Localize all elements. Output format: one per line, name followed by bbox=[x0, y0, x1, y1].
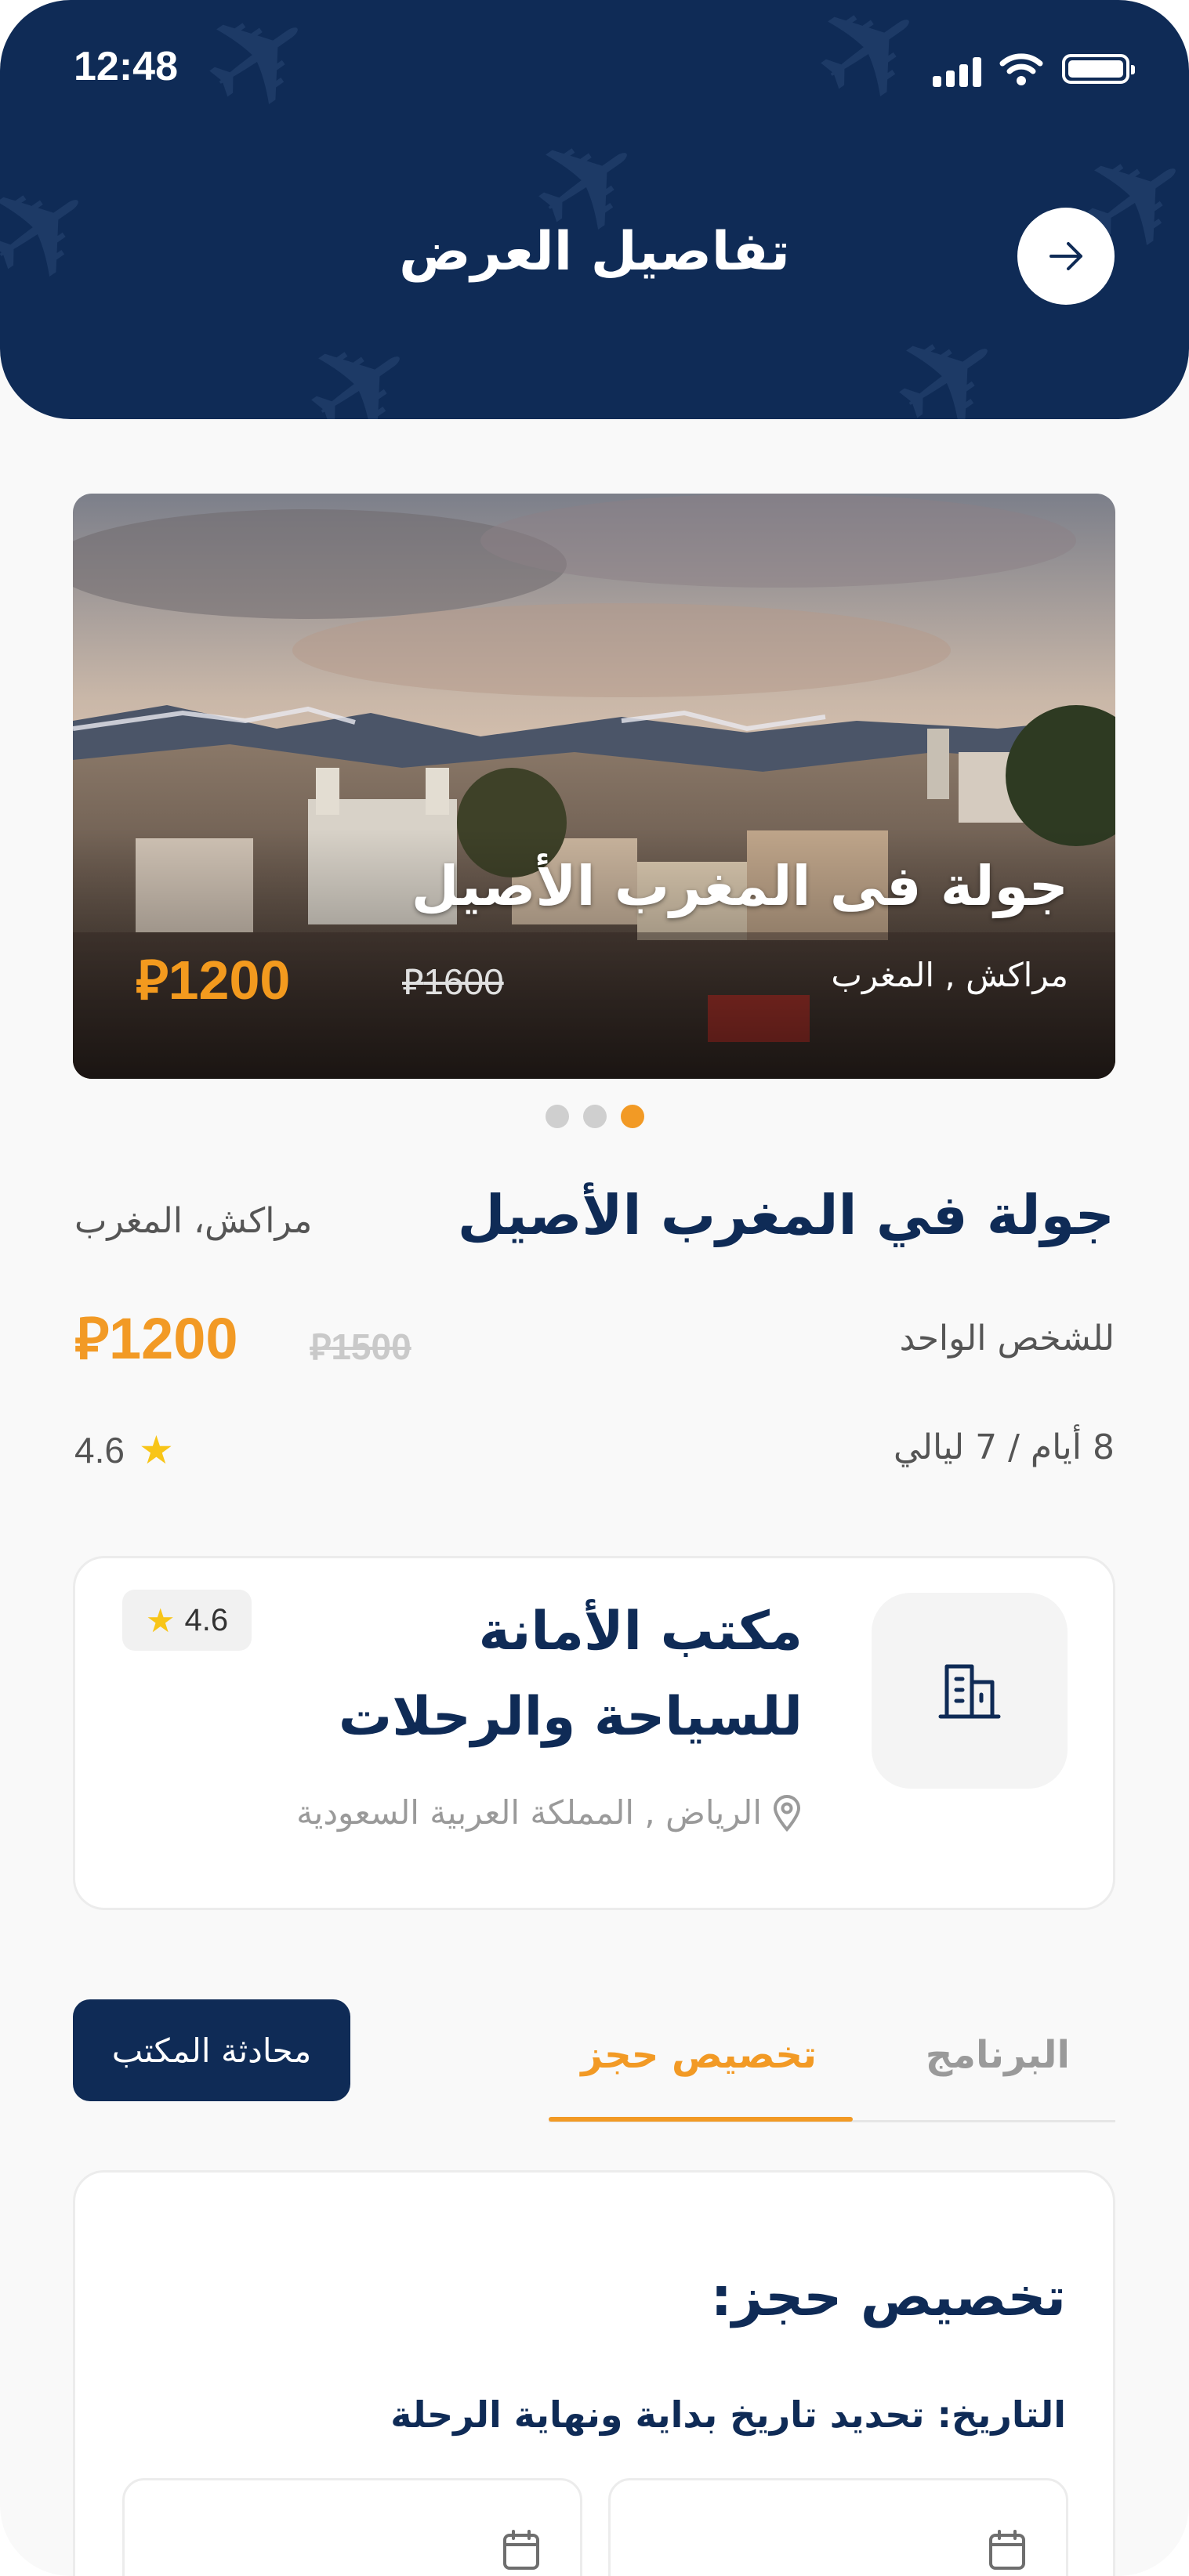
office-icon-box bbox=[872, 1593, 1068, 1789]
riyal-icon: ⃁ bbox=[402, 961, 424, 1002]
location-pin-icon bbox=[773, 1794, 801, 1832]
chat-office-button[interactable]: محادثة المكتب bbox=[73, 1999, 350, 2101]
calendar-icon bbox=[503, 2530, 539, 2570]
back-button[interactable] bbox=[1017, 208, 1115, 305]
cellular-signal-icon bbox=[933, 57, 983, 87]
customization-title: تخصيص حجز: bbox=[710, 2267, 1066, 2328]
battery-icon bbox=[1062, 54, 1135, 84]
status-time: 12:48 bbox=[74, 44, 178, 89]
header: ✈ ✈ ✈ ✈ ✈ ✈ ✈ 12:48 تفاصيل العرض bbox=[0, 0, 1189, 419]
plane-pattern-icon: ✈ bbox=[271, 292, 452, 419]
carousel-dots bbox=[0, 1105, 1189, 1128]
hero-old-price: ⃁1600 bbox=[402, 957, 504, 1004]
trip-old-price: ⃁1500 bbox=[310, 1322, 411, 1369]
active-tab-indicator bbox=[549, 2117, 853, 2122]
trip-old-price-value: 1500 bbox=[331, 1326, 411, 1367]
hero-price-value: 1200 bbox=[168, 950, 291, 1011]
end-date-field[interactable] bbox=[122, 2478, 582, 2576]
date-label: التاريخ: تحديد تاريخ بداية ونهاية الرحلة bbox=[390, 2393, 1066, 2436]
star-icon: ★ bbox=[138, 1428, 174, 1472]
trip-rating: 4.6 ★ bbox=[74, 1427, 174, 1473]
trip-title: جولة في المغرب الأصيل bbox=[457, 1183, 1115, 1247]
status-bar: 12:48 bbox=[0, 43, 1189, 98]
riyal-icon: ⃁ bbox=[136, 950, 169, 1011]
office-name: مكتب الأمانة للسياحة والرحلات bbox=[338, 1601, 803, 1748]
hero-title: جولة فى المغرب الأصيل bbox=[411, 854, 1068, 918]
screen: ✈ ✈ ✈ ✈ ✈ ✈ ✈ 12:48 تفاصيل العرض جولة فى… bbox=[0, 0, 1189, 2576]
trip-rating-value: 4.6 bbox=[74, 1430, 125, 1471]
trip-duration: 8 أيام / 7 ليالي bbox=[893, 1427, 1115, 1467]
tab-customize-booking[interactable]: تخصيص حجز bbox=[581, 2033, 817, 2077]
office-location-text: الرياض , المملكة العربية السعودية bbox=[296, 1793, 762, 1832]
riyal-icon: ⃁ bbox=[74, 1306, 109, 1371]
start-date-field[interactable] bbox=[608, 2478, 1068, 2576]
carousel-dot[interactable] bbox=[582, 1105, 607, 1128]
tab-program[interactable]: البرنامج bbox=[926, 2033, 1070, 2077]
hero-location: مراكش , المغرب bbox=[831, 956, 1068, 994]
page-title: تفاصيل العرض bbox=[399, 221, 790, 283]
trip-price-value: 1200 bbox=[108, 1306, 238, 1371]
arrow-right-icon bbox=[1049, 242, 1082, 270]
carousel-dot-active[interactable] bbox=[620, 1105, 644, 1128]
building-icon bbox=[938, 1664, 1001, 1719]
calendar-icon bbox=[989, 2530, 1025, 2570]
hero-image-card[interactable]: جولة فى المغرب الأصيل مراكش , المغرب ⃁12… bbox=[73, 494, 1115, 1079]
carousel-dot[interactable] bbox=[545, 1105, 569, 1128]
per-person-label: للشخص الواحد bbox=[899, 1319, 1115, 1359]
hero-old-price-value: 1600 bbox=[423, 961, 504, 1002]
office-rating-value: 4.6 bbox=[184, 1602, 229, 1637]
office-rating-badge: ★ 4.6 bbox=[122, 1590, 252, 1651]
office-card[interactable]: مكتب الأمانة للسياحة والرحلات ★ 4.6 الري… bbox=[73, 1556, 1115, 1910]
trip-location: مراكش، المغرب bbox=[74, 1201, 313, 1241]
hero-price: ⃁1200 bbox=[136, 944, 290, 1015]
booking-customization-card: تخصيص حجز: التاريخ: تحديد تاريخ بداية ون… bbox=[73, 2170, 1115, 2576]
wifi-icon bbox=[999, 53, 1043, 85]
star-icon: ★ bbox=[145, 1601, 176, 1639]
office-location: الرياض , المملكة العربية السعودية bbox=[296, 1793, 803, 1832]
plane-pattern-icon: ✈ bbox=[859, 284, 1040, 419]
trip-price: ⃁1200 bbox=[74, 1301, 238, 1375]
riyal-icon: ⃁ bbox=[310, 1326, 332, 1367]
